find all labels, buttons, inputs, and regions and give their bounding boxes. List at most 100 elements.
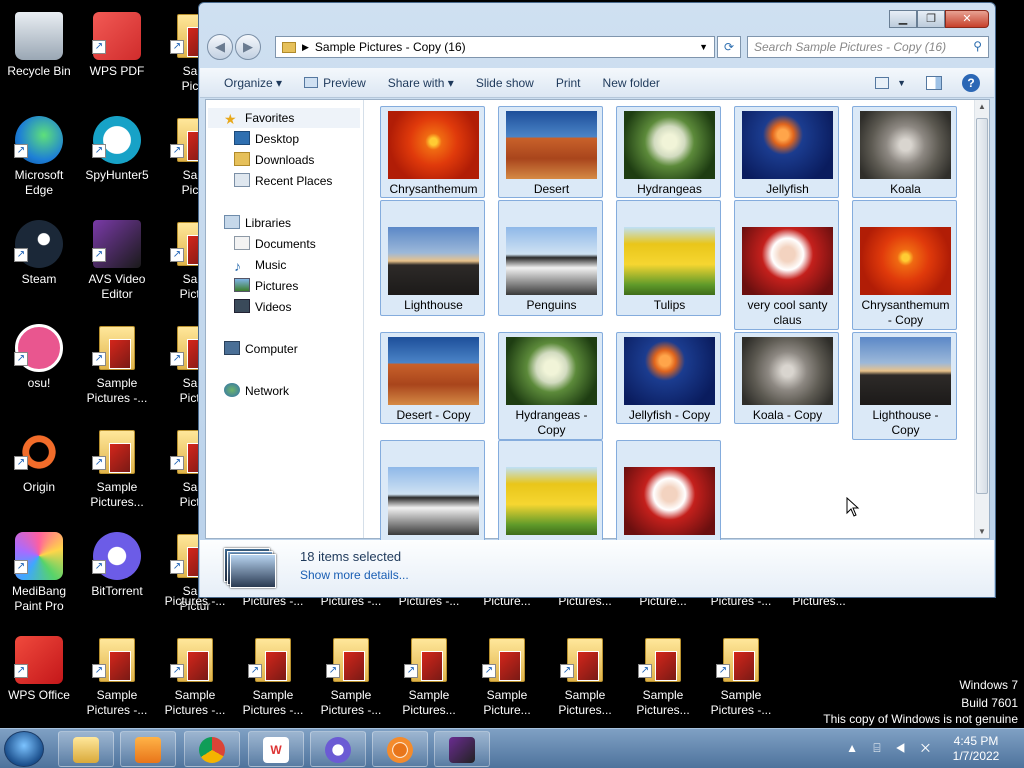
file-tile[interactable]: Penguins (498, 200, 603, 316)
desktop-icon-spyhunter[interactable]: ↗ SpyHunter5 (78, 110, 156, 206)
file-tile[interactable]: Hydrangeas - Copy (498, 332, 603, 440)
preview-pane-icon[interactable] (926, 75, 942, 90)
file-name: Desert - Copy (396, 408, 471, 422)
taskbar-media-player[interactable] (120, 731, 176, 767)
taskbar-origin[interactable] (372, 731, 428, 767)
taskbar-wps[interactable]: W (248, 731, 304, 767)
file-tile[interactable]: Desert - Copy (380, 332, 485, 424)
shortcut-arrow-icon: ↗ (170, 456, 184, 470)
file-tile[interactable]: Chrysanthemum - Copy (852, 200, 957, 330)
show-more-details-link[interactable]: Show more details... (300, 568, 409, 582)
file-tile[interactable]: Koala (852, 106, 957, 198)
system-tray[interactable]: ▲ ⌸ ◀ ✕ (846, 741, 936, 756)
santa-thumbnail (742, 227, 833, 295)
desktop-icon-folder[interactable]: ↗ Sample Picture... (468, 630, 546, 726)
taskbar-bittorrent[interactable] (310, 731, 366, 767)
file-tile[interactable]: Jellyfish (734, 106, 839, 198)
desktop-icon-folder[interactable]: ↗ Sample Pictures -... (156, 630, 234, 726)
slide-show-button[interactable]: Slide show (476, 76, 534, 90)
view-dropdown-icon[interactable]: ▼ (897, 78, 906, 88)
taskbar-explorer[interactable] (58, 731, 114, 767)
desktop-icon-folder[interactable]: ↗ Sample Pictures -... (702, 630, 780, 726)
file-tile[interactable]: Koala - Copy (734, 332, 839, 424)
file-tile[interactable] (498, 440, 603, 540)
help-icon[interactable]: ? (962, 73, 980, 92)
scrollbar-thumb[interactable] (976, 118, 988, 494)
desktop-icon-steam[interactable]: ↗ Steam (0, 214, 78, 310)
file-tile[interactable] (616, 440, 721, 540)
nav-documents[interactable]: Documents (234, 234, 316, 254)
desktop-icon-folder[interactable]: ↗ Sample Pictures -... (78, 630, 156, 726)
shortcut-arrow-icon: ↗ (92, 352, 106, 366)
print-button[interactable]: Print (556, 76, 581, 90)
desktop-icon-recycle-bin[interactable]: Recycle Bin (0, 6, 78, 102)
file-tile[interactable]: Tulips (616, 200, 721, 316)
nav-recent-places[interactable]: Recent Places (234, 171, 332, 191)
desktop-icon-bittorrent[interactable]: ↗ BitTorrent (78, 526, 156, 622)
desktop-icon-folder[interactable]: ↗ Sample Pictures -... (78, 318, 156, 414)
file-name: Hydrangeas - Copy (515, 408, 588, 437)
nav-computer[interactable]: Computer (224, 339, 298, 359)
close-button[interactable]: ✕ (945, 10, 989, 28)
search-icon[interactable]: ⚲ (973, 39, 982, 53)
nav-desktop[interactable]: Desktop (234, 129, 299, 149)
file-tile[interactable]: Desert (498, 106, 603, 198)
nav-downloads[interactable]: Downloads (234, 150, 314, 170)
nav-favorites[interactable]: ★ Favorites (208, 108, 360, 128)
desktop-icon-folder[interactable]: ↗ Sample Pictures -... (312, 630, 390, 726)
vertical-scrollbar[interactable]: ▲ ▼ (974, 100, 989, 538)
preview-icon (304, 76, 319, 88)
desktop-icon-osu[interactable]: ↗ osu! (0, 318, 78, 414)
desktop-icon-edge[interactable]: ↗ Microsoft Edge (0, 110, 78, 206)
breadcrumb-chevron-icon[interactable]: ▶ (302, 42, 309, 53)
explorer-icon (73, 737, 99, 763)
desktop-icon-folder[interactable]: ↗ Sample Pictures... (390, 630, 468, 726)
refresh-button[interactable]: ⟳ (717, 36, 741, 58)
network-icon (224, 383, 240, 397)
taskbar-avs-video[interactable] (434, 731, 490, 767)
change-view-icon[interactable] (875, 76, 890, 89)
new-folder-button[interactable]: New folder (603, 76, 660, 90)
file-tile[interactable]: very cool santy claus (734, 200, 839, 330)
mouse-cursor-icon (846, 497, 860, 517)
start-button[interactable] (4, 731, 44, 767)
desktop-icon-folder[interactable]: ↗ Sample Pictures... (78, 422, 156, 518)
desktop-icon-folder[interactable]: ↗ Sample Pictures -... (234, 630, 312, 726)
share-with-button[interactable]: Share with ▾ (388, 76, 454, 90)
scroll-up-icon[interactable]: ▲ (978, 102, 986, 111)
nav-pictures[interactable]: Pictures (234, 276, 298, 296)
file-tile[interactable]: Hydrangeas (616, 106, 721, 198)
scroll-down-icon[interactable]: ▼ (978, 527, 986, 536)
organize-button[interactable]: Organize ▾ (224, 76, 282, 90)
desktop-icon-avs-video[interactable]: ↗ AVS Video Editor (78, 214, 156, 310)
desktop-icon-medibang[interactable]: ↗ MediBang Paint Pro (0, 526, 78, 622)
file-tile[interactable]: Chrysanthemum (380, 106, 485, 198)
back-button[interactable]: ◀ (207, 34, 233, 60)
search-input[interactable]: Search Sample Pictures - Copy (16) ⚲ (747, 36, 989, 58)
desktop-icon-label: Sample Pictures -... (164, 688, 226, 717)
file-tile[interactable]: Jellyfish - Copy (616, 332, 721, 424)
address-dropdown-icon[interactable]: ▼ (699, 42, 708, 52)
file-name: Jellyfish (766, 182, 809, 196)
desktop-icon-wps-office[interactable]: ↗ WPS Office (0, 630, 78, 726)
file-tile[interactable] (380, 440, 485, 540)
clock[interactable]: 4:45 PM 1/7/2022 (944, 734, 1008, 764)
desktop-icon-folder[interactable]: ↗ Sample Pictures... (624, 630, 702, 726)
desktop-icon-wps-pdf[interactable]: ↗ WPS PDF (78, 6, 156, 102)
maximize-button[interactable]: ❐ (917, 10, 945, 28)
nav-network[interactable]: Network (224, 381, 289, 401)
nav-libraries[interactable]: Libraries (224, 213, 291, 233)
minimize-button[interactable]: ▁ (889, 10, 917, 28)
nav-music[interactable]: ♪ Music (234, 255, 286, 275)
address-bar[interactable]: ▶ Sample Pictures - Copy (16) ▼ (275, 36, 715, 58)
shortcut-arrow-icon: ↗ (92, 144, 106, 158)
shortcut-arrow-icon: ↗ (560, 664, 574, 678)
preview-button[interactable]: Preview (304, 76, 366, 90)
forward-button[interactable]: ▶ (235, 34, 261, 60)
taskbar-chrome[interactable] (184, 731, 240, 767)
file-tile[interactable]: Lighthouse - Copy (852, 332, 957, 440)
nav-videos[interactable]: Videos (234, 297, 291, 317)
desktop-icon-folder[interactable]: ↗ Sample Pictures... (546, 630, 624, 726)
file-tile[interactable]: Lighthouse (380, 200, 485, 316)
desktop-icon-origin[interactable]: ↗ Origin (0, 422, 78, 518)
